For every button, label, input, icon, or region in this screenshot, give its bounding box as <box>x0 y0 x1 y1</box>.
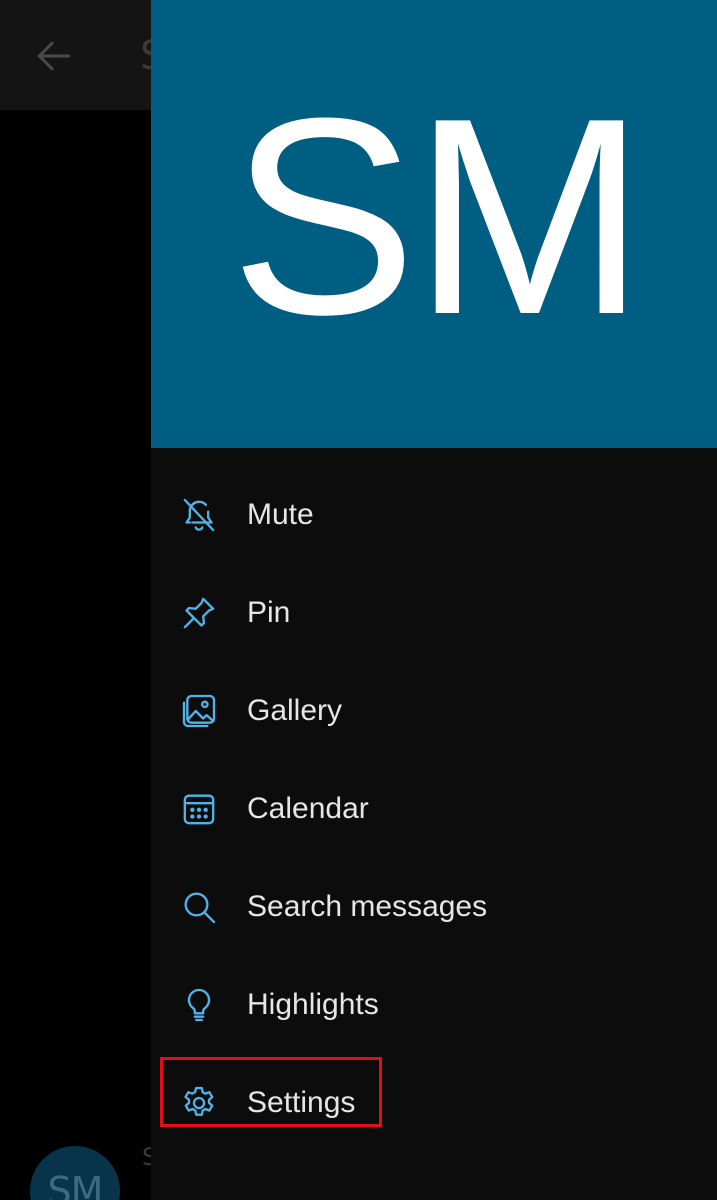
menu-item-label: Settings <box>247 1086 356 1119</box>
menu-item-label: Pin <box>247 596 291 629</box>
menu-item-settings[interactable]: Settings <box>151 1054 717 1152</box>
pin-icon <box>177 591 221 635</box>
menu-item-label: Highlights <box>247 988 379 1021</box>
menu-item-label: Mute <box>247 498 314 531</box>
menu-item-pin[interactable]: Pin <box>151 564 717 662</box>
menu-item-mute[interactable]: Mute <box>151 466 717 564</box>
drawer-menu: Mute Pin Gallery Calendar Search message… <box>151 466 717 1152</box>
bell-off-icon <box>177 493 221 537</box>
arrow-left-icon <box>37 41 71 71</box>
screen: S SM S SM Mute <box>0 0 717 1200</box>
menu-item-label: Calendar <box>247 792 369 825</box>
menu-item-calendar[interactable]: Calendar <box>151 760 717 858</box>
lightbulb-icon <box>177 983 221 1027</box>
menu-item-gallery[interactable]: Gallery <box>151 662 717 760</box>
drawer-header-avatar: SM <box>151 0 717 448</box>
menu-item-label: Search messages <box>247 890 488 923</box>
search-icon <box>177 885 221 929</box>
header-initials: SM <box>230 61 646 373</box>
menu-item-label: Gallery <box>247 694 343 727</box>
side-drawer: SM Mute Pin Gallery Calendar Search mess… <box>151 0 717 1200</box>
background-avatar: SM <box>30 1146 120 1200</box>
menu-item-search-messages[interactable]: Search messages <box>151 858 717 956</box>
back-button[interactable] <box>28 30 80 82</box>
calendar-icon <box>177 787 221 831</box>
gallery-icon <box>177 689 221 733</box>
gear-icon <box>177 1081 221 1125</box>
menu-item-highlights[interactable]: Highlights <box>151 956 717 1054</box>
